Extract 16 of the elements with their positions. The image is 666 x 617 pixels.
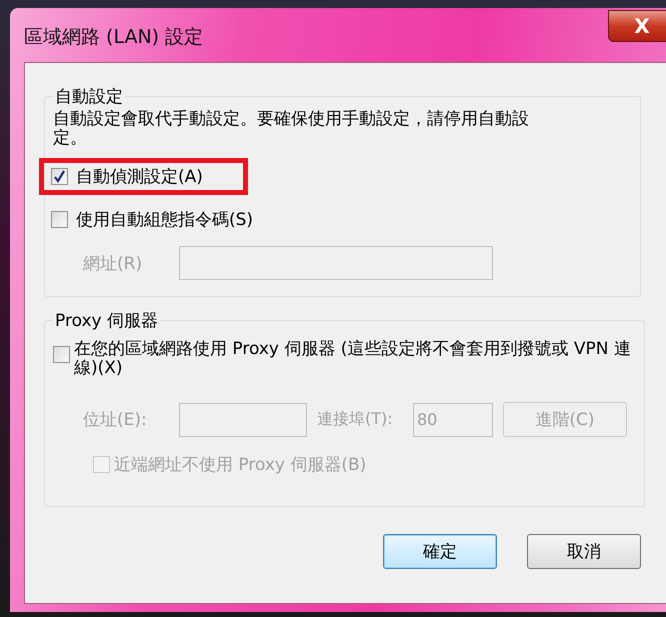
checkbox-label[interactable]: 在您的區域網路使用 Proxy 伺服器 (這些設定將不會套用到撥號或 VPN 連線)(X) — [74, 340, 634, 378]
ok-button[interactable]: 確定 — [383, 534, 497, 569]
checkbox[interactable] — [53, 346, 70, 363]
group-legend: 自動設定 — [53, 85, 125, 108]
close-button[interactable]: X — [608, 10, 666, 42]
field-label: 位址(E): — [83, 409, 148, 431]
description-text: 自動設定會取代手動設定。要確保使用手動設定，請停用自動設定。 — [53, 110, 530, 148]
cancel-button[interactable]: 取消 — [527, 534, 641, 569]
window-title: 區域網路 (LAN) 設定 — [24, 25, 204, 50]
checkbox[interactable] — [51, 168, 68, 185]
checkbox[interactable] — [51, 211, 68, 228]
field-label: 網址(R) — [83, 252, 144, 274]
checkbox-label[interactable]: 自動偵測設定(A) — [76, 165, 203, 188]
group-legend: Proxy 伺服器 — [53, 309, 160, 332]
checkbox-label[interactable]: 使用自動組態指令碼(S) — [76, 208, 254, 231]
field-label: 連接埠(T): — [317, 409, 394, 430]
